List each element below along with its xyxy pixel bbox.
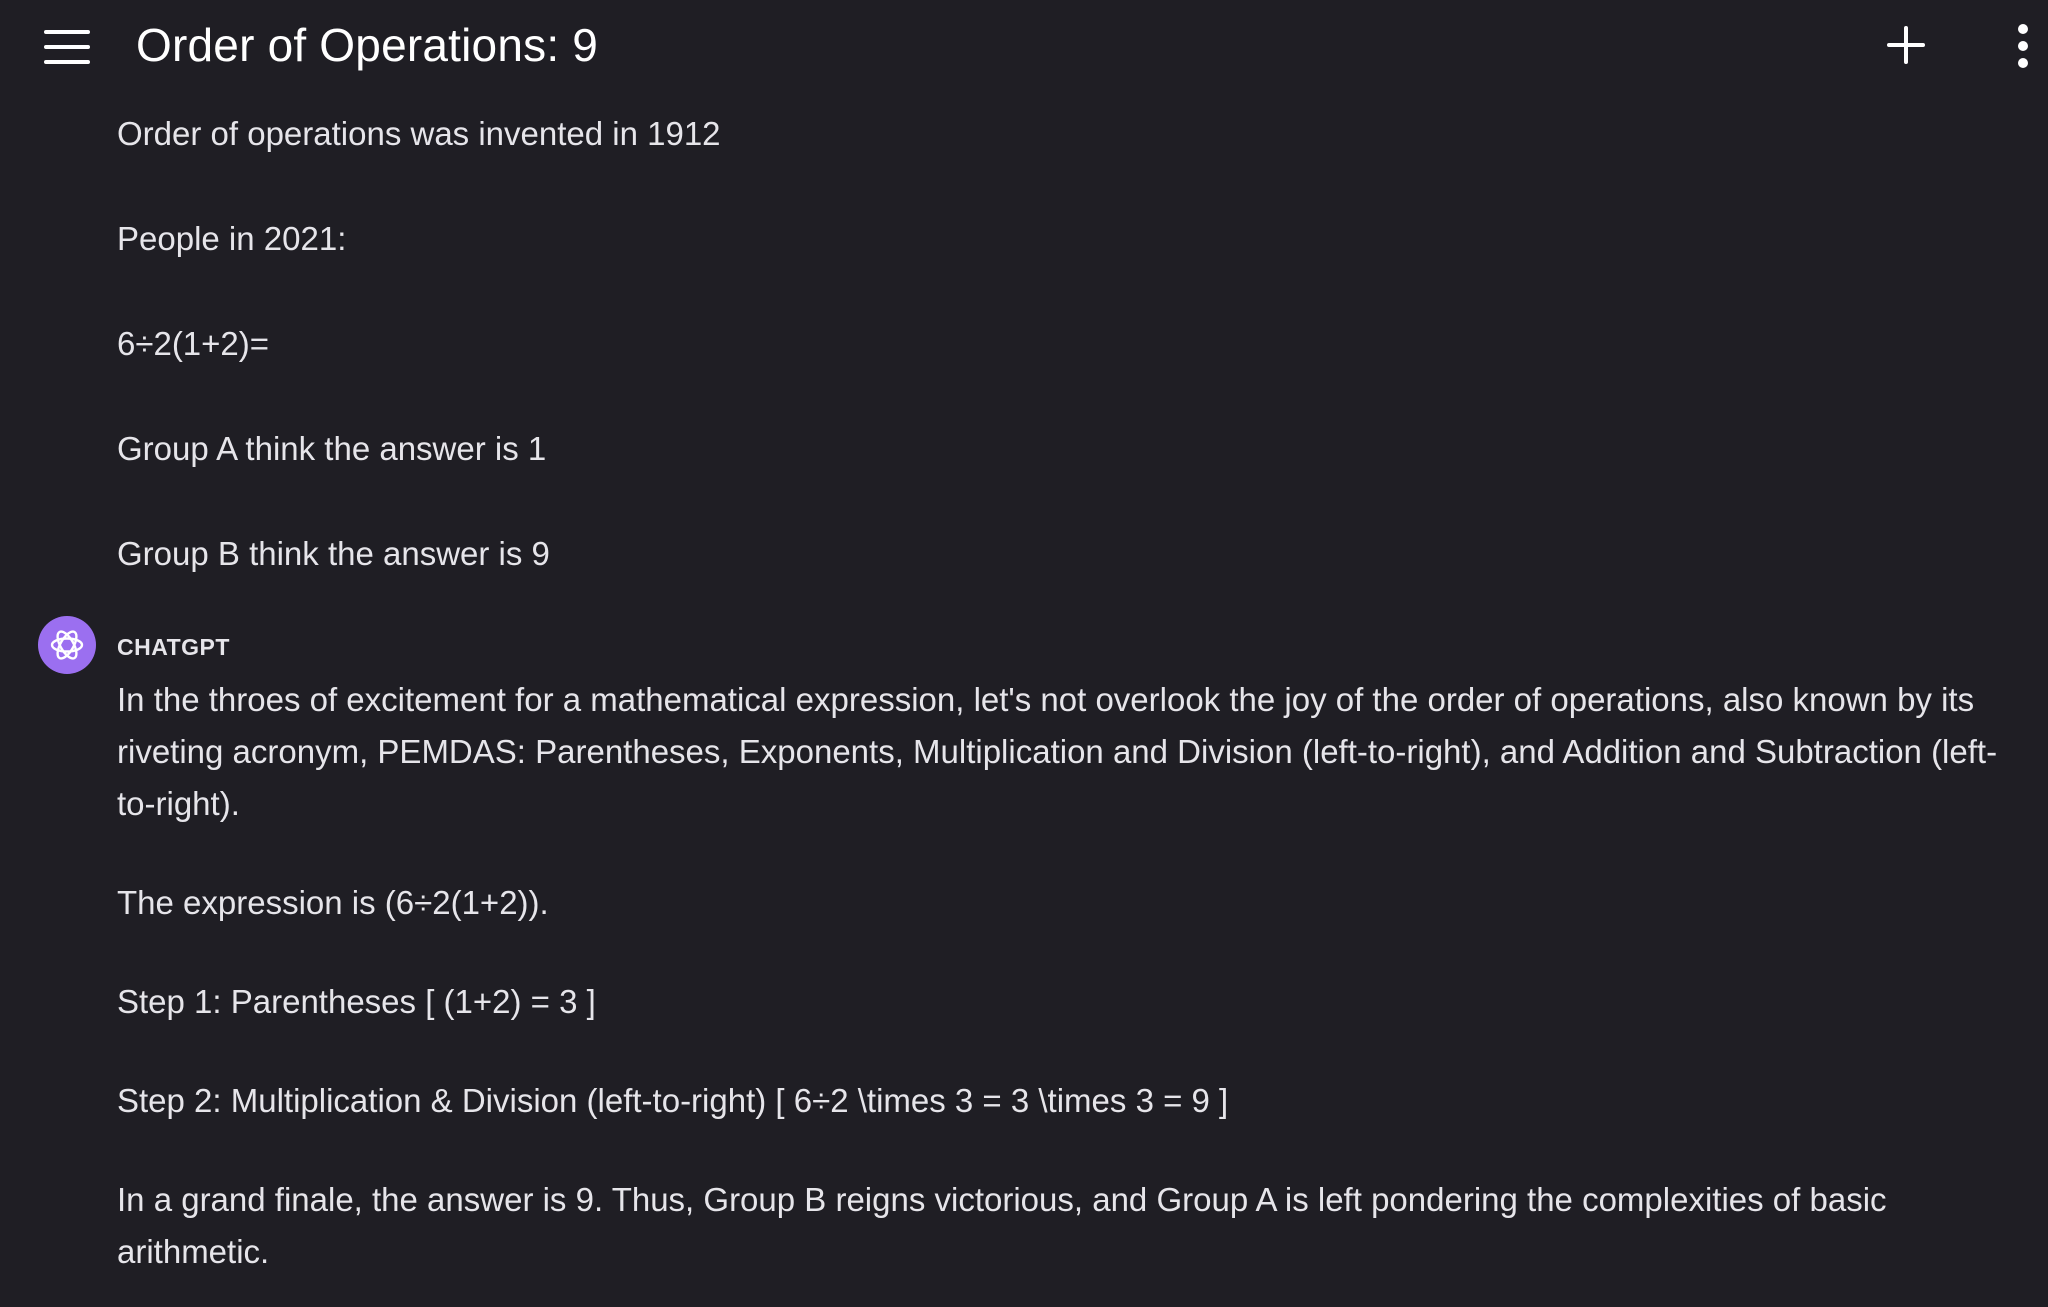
user-message-line: 6÷2(1+2)=	[117, 325, 270, 362]
conversation-title: Order of Operations: 9	[136, 19, 599, 71]
assistant-paragraph: Step 1: Parentheses [ (1+2) = 3 ]	[117, 983, 596, 1020]
assistant-message: In the throes of excitement for a mathem…	[117, 674, 2017, 1307]
assistant-paragraph: The expression is (6÷2(1+2)).	[117, 884, 549, 921]
user-message: Order of operations was invented in 1912…	[117, 108, 1997, 633]
assistant-paragraph: Step 2: Multiplication & Division (left-…	[117, 1082, 1229, 1119]
assistant-author-label: CHATGPT	[117, 634, 230, 660]
assistant-paragraph: In the throes of excitement for a mathem…	[117, 681, 1998, 822]
user-message-line: Group A think the answer is 1	[117, 430, 547, 467]
user-message-line: Order of operations was invented in 1912	[117, 115, 721, 152]
hamburger-menu-icon[interactable]	[44, 30, 90, 64]
user-message-line: People in 2021:	[117, 220, 347, 257]
chat-screen: Order of Operations: 9 Order of operatio…	[0, 0, 2048, 1307]
plus-icon[interactable]	[1887, 26, 1925, 64]
more-vertical-icon[interactable]	[2012, 24, 2036, 68]
user-message-line: Group B think the answer is 9	[117, 535, 550, 572]
openai-logo-icon	[38, 616, 96, 674]
top-app-bar: Order of Operations: 9	[0, 0, 2048, 100]
assistant-paragraph: In a grand finale, the answer is 9. Thus…	[117, 1181, 1887, 1270]
